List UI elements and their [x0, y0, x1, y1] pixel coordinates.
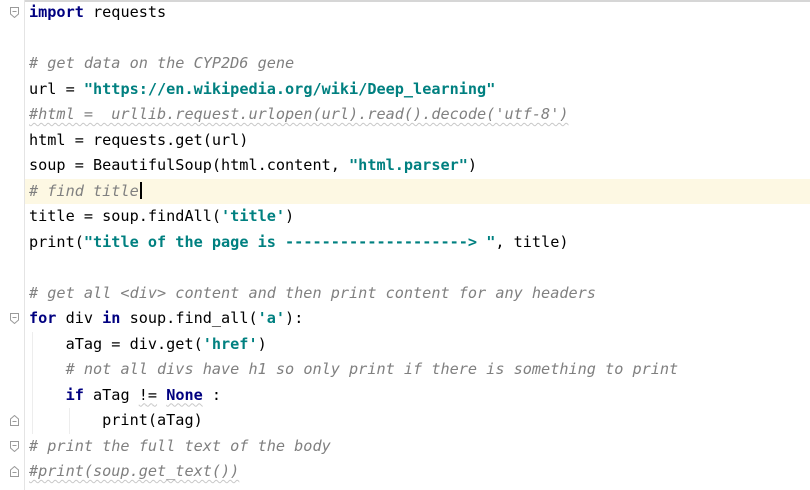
code-text: aTag = div.get('href') — [29, 332, 267, 358]
code-token: div — [56, 309, 103, 327]
code-line[interactable]: #print(soup.get_text()) — [25, 459, 810, 485]
code-token: # not all divs have h1 so only print if … — [65, 360, 679, 378]
code-token: 'title' — [221, 207, 286, 225]
code-token: : — [202, 385, 222, 404]
code-text: #html = urllib.request.urlopen(url).read… — [29, 102, 568, 128]
code-text: # find title — [29, 179, 142, 205]
fold-start-icon[interactable] — [10, 440, 19, 452]
code-editor[interactable]: import requests # get data on the CYP2D6 … — [25, 0, 810, 490]
code-token: if — [65, 385, 84, 404]
code-token: html = requests.get(url) — [29, 130, 249, 149]
code-line[interactable]: soup = BeautifulSoup(html.content, "html… — [25, 153, 810, 179]
fold-end-icon[interactable] — [10, 415, 19, 426]
code-line[interactable]: # find title — [25, 178, 810, 205]
code-token: "html.parser" — [349, 156, 468, 174]
code-line[interactable]: url = "https://en.wikipedia.org/wiki/Dee… — [25, 77, 810, 103]
code-line[interactable]: if aTag != None : — [25, 382, 810, 409]
code-line[interactable] — [25, 26, 810, 52]
code-token: None — [166, 385, 203, 404]
code-token: title = soup.findAll( — [29, 207, 222, 225]
code-line[interactable]: title = soup.findAll('title') — [25, 204, 810, 230]
code-token: ) — [467, 156, 478, 174]
code-token: != — [138, 385, 158, 404]
code-line[interactable]: for div in soup.find_all('a'): — [25, 306, 810, 332]
code-token: # get data on the CYP2D6 gene — [29, 54, 295, 72]
code-line[interactable]: import requests — [25, 0, 810, 26]
code-token: soup = BeautifulSoup(html.content, — [29, 156, 350, 174]
code-line[interactable]: print("title of the page is ------------… — [25, 230, 810, 256]
code-token: in — [102, 309, 121, 327]
code-token: aTag — [83, 385, 139, 404]
code-token: ): — [285, 309, 304, 327]
code-text: soup = BeautifulSoup(html.content, "html… — [29, 153, 477, 179]
code-line[interactable]: # get data on the CYP2D6 gene — [25, 51, 810, 77]
code-token: #html = urllib.request.urlopen(url).read… — [29, 105, 569, 123]
code-text: # get data on the CYP2D6 gene — [29, 51, 294, 77]
code-line[interactable]: #html = urllib.request.urlopen(url).read… — [25, 102, 810, 128]
code-text: if aTag != None : — [29, 383, 222, 409]
text-caret — [139, 181, 142, 199]
code-token: print( — [29, 232, 84, 251]
code-text: import requests — [29, 0, 166, 26]
code-token: , title) — [495, 232, 569, 251]
code-token: for — [29, 309, 57, 327]
code-line[interactable] — [25, 255, 810, 281]
code-token: url = — [29, 79, 84, 98]
code-text: # print the full text of the body — [29, 434, 331, 460]
fold-start-icon[interactable] — [10, 313, 19, 324]
code-line[interactable]: html = requests.get(url) — [25, 128, 810, 154]
code-text: title = soup.findAll('title') — [29, 204, 294, 230]
code-token: ) — [257, 334, 267, 353]
code-token: print(aTag) — [29, 411, 203, 429]
code-token: "title of the page is ------------------… — [83, 232, 496, 251]
code-text: url = "https://en.wikipedia.org/wiki/Dee… — [29, 77, 495, 103]
code-token: ) — [285, 207, 295, 225]
code-token: # print the full text of the body — [29, 436, 331, 455]
code-token: # find title — [29, 181, 139, 200]
code-text: # not all divs have h1 so only print if … — [29, 357, 679, 383]
code-token: requests — [83, 3, 167, 21]
code-line[interactable]: # not all divs have h1 so only print if … — [25, 357, 810, 383]
code-token: soup.find_all( — [120, 309, 258, 327]
code-text: #print(soup.get_text()) — [29, 459, 239, 485]
code-line[interactable]: print(aTag) — [25, 408, 810, 434]
code-text: for div in soup.find_all('a'): — [29, 306, 303, 332]
code-text: html = requests.get(url) — [29, 128, 248, 154]
code-text: print(aTag) — [29, 408, 203, 434]
code-token: aTag = div.get( — [29, 334, 203, 353]
code-token: #print(soup.get_text()) — [29, 462, 240, 480]
code-line[interactable]: # print the full text of the body — [25, 434, 810, 460]
code-token: 'href' — [202, 334, 258, 353]
code-token: "https://en.wikipedia.org/wiki/Deep_lear… — [83, 79, 496, 98]
code-token: # get all <div> content and then print c… — [29, 283, 596, 302]
code-token: import — [29, 3, 84, 21]
code-line[interactable]: aTag = div.get('href') — [25, 331, 810, 358]
code-token: 'a' — [257, 309, 286, 327]
code-text: # get all <div> content and then print c… — [29, 281, 596, 307]
code-text: print("title of the page is ------------… — [29, 230, 569, 256]
code-line[interactable]: # get all <div> content and then print c… — [25, 281, 810, 307]
fold-end-icon[interactable] — [10, 466, 19, 477]
fold-start-icon[interactable] — [10, 7, 19, 18]
